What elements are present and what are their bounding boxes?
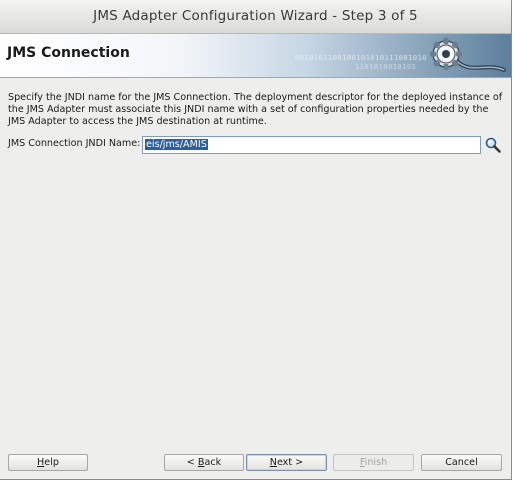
next-mnemonic: N: [269, 457, 277, 468]
magnifier-icon: [485, 137, 501, 153]
cancel-label: Cancel: [445, 457, 478, 468]
wizard-window: JMS Adapter Configuration Wizard - Step …: [0, 0, 512, 480]
back-prefix: <: [186, 457, 198, 468]
window-title: JMS Adapter Configuration Wizard - Step …: [0, 0, 511, 34]
jndi-name-input[interactable]: eis/jms/AMIS: [142, 136, 481, 154]
next-button[interactable]: Next >: [246, 454, 327, 471]
screen-edge: [0, 480, 514, 484]
jndi-name-label: JMS Connection JNDI Name:: [8, 138, 141, 149]
wizard-banner: JMS Connection 0010101100100101010111001…: [0, 34, 511, 78]
page-title: JMS Connection: [7, 45, 130, 61]
banner-binary-decoration: 0010101100100101010111001010: [295, 54, 428, 62]
gear-cable-icon: [428, 36, 508, 76]
finish-button[interactable]: Finish: [333, 454, 414, 471]
help-button[interactable]: Help: [8, 454, 88, 471]
back-button[interactable]: < Back: [164, 454, 244, 471]
next-label: ext >: [276, 457, 304, 468]
banner-binary-decoration-2: 1101010010101: [355, 63, 417, 71]
jndi-name-value: eis/jms/AMIS: [145, 139, 208, 150]
back-label: ack: [204, 457, 222, 468]
cancel-button[interactable]: Cancel: [421, 454, 502, 471]
help-label: elp: [44, 457, 59, 468]
finish-label: inish: [364, 457, 388, 468]
step-description: Specify the JNDI name for the JMS Connec…: [8, 92, 503, 127]
browse-jndi-button[interactable]: [484, 136, 502, 154]
